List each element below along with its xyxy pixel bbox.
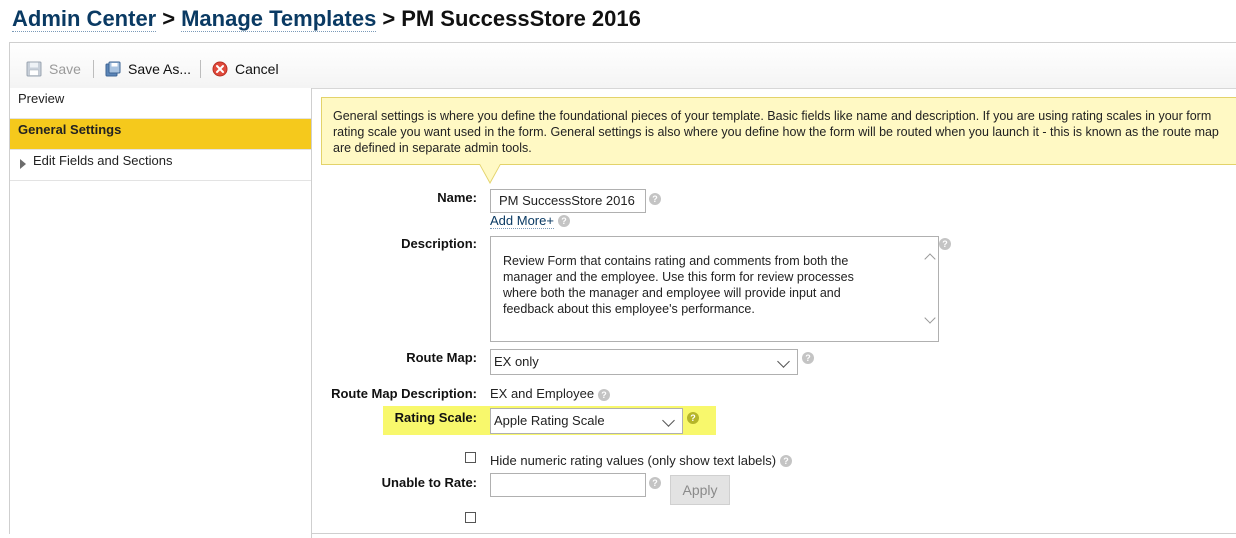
chevron-down-icon xyxy=(777,355,790,368)
callout-pointer-fill xyxy=(480,164,500,182)
help-icon[interactable]: ? xyxy=(802,352,814,364)
save-as-icon xyxy=(105,61,121,77)
cancel-button[interactable]: Cancel xyxy=(212,60,279,78)
name-field[interactable]: PM SuccessStore 2016 xyxy=(490,189,646,213)
scroll-up-icon[interactable] xyxy=(924,253,936,265)
description-label: Description: xyxy=(401,236,477,251)
save-button[interactable]: Save xyxy=(26,60,81,78)
cancel-button-label: Cancel xyxy=(235,61,279,77)
save-as-button-label: Save As... xyxy=(128,61,192,77)
rating-scale-selected-value: Apple Rating Scale xyxy=(494,413,605,428)
sidebar-item-label: Preview xyxy=(18,91,65,106)
save-as-button[interactable]: Save As... xyxy=(105,60,191,78)
route-map-select[interactable]: EX only xyxy=(490,349,798,375)
save-button-label: Save xyxy=(49,61,81,77)
toolbar: Save Save As... Cancel xyxy=(10,43,1236,89)
description-textarea[interactable]: Review Form that contains rating and com… xyxy=(490,236,939,342)
breadcrumb-separator: > xyxy=(382,6,396,31)
breadcrumb-manage-templates[interactable]: Manage Templates xyxy=(181,6,377,32)
route-map-selected-value: EX only xyxy=(494,354,539,369)
sidebar-item-label: Edit Fields and Sections xyxy=(33,153,173,168)
info-callout: General settings is where you define the… xyxy=(321,97,1236,165)
hide-numeric-label: Hide numeric rating values (only show te… xyxy=(490,453,777,468)
help-icon[interactable]: ? xyxy=(939,238,951,250)
breadcrumb-admin-center[interactable]: Admin Center xyxy=(12,6,157,32)
help-icon[interactable]: ? xyxy=(558,215,570,227)
help-icon[interactable]: ? xyxy=(598,389,610,401)
expand-arrow-icon[interactable] xyxy=(20,159,26,169)
sidebar-item-label: General Settings xyxy=(18,122,122,137)
breadcrumb-separator: > xyxy=(162,6,176,31)
page-title: PM SuccessStore 2016 xyxy=(401,6,641,31)
sidebar-item-general-settings[interactable]: General Settings xyxy=(10,119,311,150)
help-icon[interactable]: ? xyxy=(780,455,792,467)
sidebar-nav: Preview General Settings Edit Fields and… xyxy=(10,88,312,538)
toolbar-divider xyxy=(93,60,94,78)
scroll-down-icon[interactable] xyxy=(924,312,936,324)
info-text-line: are defined in separate admin tools. xyxy=(333,141,532,155)
breadcrumb: Admin Center > Manage Templates > PM Success… xyxy=(12,6,641,32)
cancel-icon xyxy=(212,61,228,77)
name-label: Name: xyxy=(437,190,477,205)
rating-scale-select[interactable]: Apple Rating Scale xyxy=(490,408,683,434)
description-text: Review Form that contains rating and com… xyxy=(503,254,854,316)
help-icon[interactable]: ? xyxy=(649,193,661,205)
info-text-line: rating scale you want used in the form. … xyxy=(333,125,1219,139)
rating-scale-label: Rating Scale: xyxy=(394,410,477,425)
sidebar-item-edit-fields-and-sections[interactable]: Edit Fields and Sections xyxy=(10,150,311,181)
route-map-description-label: Route Map Description: xyxy=(331,386,477,401)
unable-to-rate-field[interactable] xyxy=(490,473,646,497)
add-more-link[interactable]: Add More+ xyxy=(490,213,554,229)
info-text-line: General settings is where you define the… xyxy=(333,109,1212,123)
route-map-description-value: EX and Employee xyxy=(490,386,595,401)
additional-option-checkbox[interactable] xyxy=(465,512,476,523)
chevron-down-icon xyxy=(662,414,675,427)
sidebar-item-preview[interactable]: Preview xyxy=(10,88,311,119)
floppy-disk-icon xyxy=(26,61,42,77)
toolbar-divider xyxy=(200,60,201,78)
apply-button[interactable]: Apply xyxy=(670,475,730,505)
help-icon[interactable]: ? xyxy=(687,412,699,424)
help-icon[interactable]: ? xyxy=(649,477,661,489)
unable-to-rate-label: Unable to Rate: xyxy=(381,475,477,490)
hide-numeric-checkbox[interactable] xyxy=(465,452,476,463)
route-map-label: Route Map: xyxy=(406,350,477,365)
